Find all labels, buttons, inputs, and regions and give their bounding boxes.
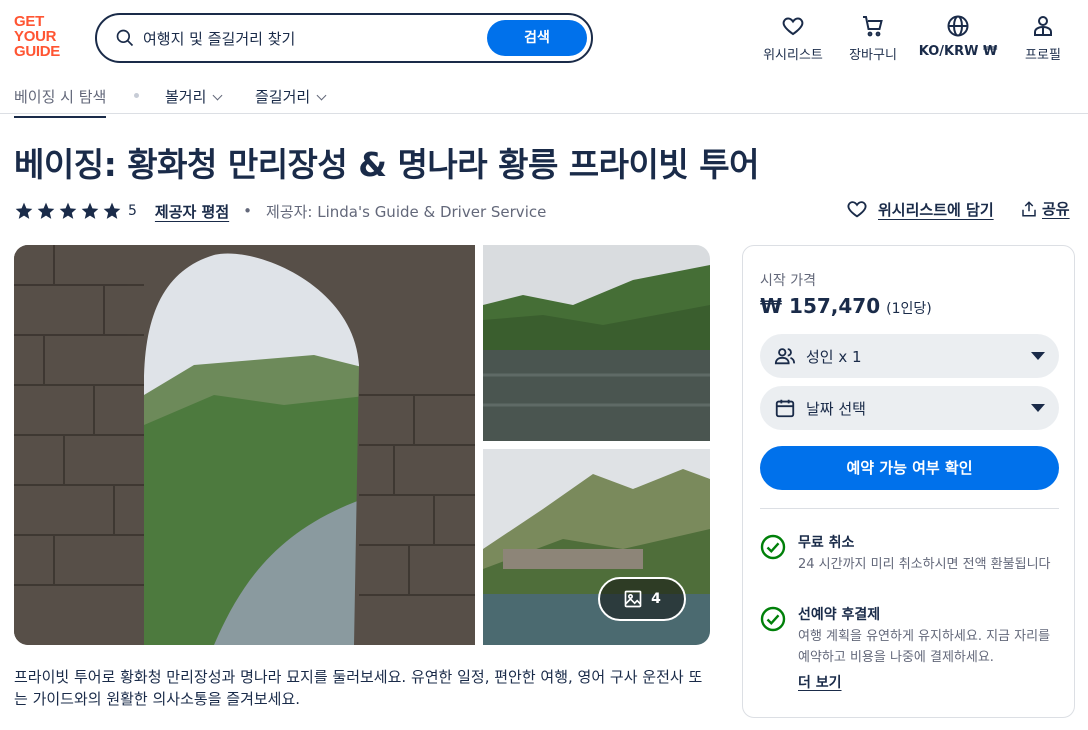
star-icon [15,202,33,219]
globe-icon [947,15,969,37]
subnav-sights-label: 볼거리 [165,88,207,106]
divider [760,508,1059,509]
add-to-wishlist-button[interactable]: 위시리스트에 담기 [846,198,994,220]
star-rating [14,201,122,221]
caret-down-icon [1031,404,1045,412]
star-icon [37,202,55,219]
calendar-icon [775,399,795,418]
date-value: 날짜 선택 [806,399,866,418]
nav-profile[interactable]: 프로필 [993,14,1088,63]
subnav-separator [134,93,139,98]
heart-icon [847,201,867,218]
star-icon [103,202,121,219]
activity-description: 프라이빗 투어로 황화청 만리장성과 명나라 묘지를 둘러보세요. 유연한 일정… [14,668,703,708]
getyourguide-logo[interactable]: GET YOUR GUIDE [14,14,74,59]
booking-card: 시작 가격 ₩ 157,470 (1인당) 성인 x 1 날짜 선택 예약 가능 … [742,245,1075,718]
subnav-activities[interactable]: 즐길거리 [255,86,327,107]
logo-line-1: GET [14,13,44,30]
search-input[interactable]: 여행지 및 즐길거리 찾기 [143,28,295,49]
profile-icon [1034,16,1052,36]
wishlist-label: 위시리스트에 담기 [878,200,994,219]
subnav-sights[interactable]: 볼거리 [165,86,223,107]
search-icon [116,29,134,47]
gallery-main-image[interactable] [14,245,475,645]
great-wall-arch-photo [14,245,475,645]
people-icon [774,348,796,365]
cart-icon [863,16,883,37]
search-button[interactable]: 검색 [487,20,587,56]
heart-icon [782,17,804,36]
caret-down-icon [1031,352,1045,360]
reservoir-photo [483,245,710,441]
participants-select[interactable]: 성인 x 1 [760,334,1059,378]
logo-line-2: YOUR [14,28,57,45]
check-circle-icon [760,606,786,632]
share-label: 공유 [1042,200,1070,218]
price-value: ₩ 157,470 [760,294,881,318]
provider-rating-link[interactable]: 제공자 평점 [155,201,229,222]
subnav-activities-label: 즐길거리 [255,88,311,106]
feature-title: 선예약 후결제 [798,607,881,623]
gallery-count: 4 [651,591,661,607]
image-icon [624,590,642,608]
rating-value: 5 [128,203,137,219]
feature-title: 무료 취소 [798,535,855,551]
share-icon [1022,200,1036,216]
price-per-person: (1인당) [886,301,932,317]
separator-dot: • [243,202,253,220]
search-bar[interactable]: 여행지 및 즐길거리 찾기 검색 [95,13,593,63]
rating-row: 5 제공자 평점 • 제공자: Linda's Guide & Driver S… [14,198,546,224]
check-circle-icon [760,534,786,560]
provider-name[interactable]: 제공자: Linda's Guide & Driver Service [266,201,546,222]
subnav-explore-beijing[interactable]: 베이징 시 탐색 [14,86,107,118]
star-icon [81,202,99,219]
chevron-down-icon [212,90,223,101]
page-title: 베이징: 황화청 만리장성 & 명나라 황릉 프라이빗 투어 [14,145,759,184]
star-icon [59,202,77,219]
logo-line-3: GUIDE [14,43,61,60]
view-gallery-button[interactable]: 4 [598,577,686,621]
feature-description: 24 시간까지 미리 취소하시면 전액 환불됩니다 [798,557,1051,572]
nav-profile-label: 프로필 [1025,48,1061,63]
price: ₩ 157,470 (1인당) [760,294,932,318]
sub-navigation: 베이징 시 탐색 볼거리 즐길거리 [0,78,1088,118]
read-more-link[interactable]: 더 보기 [798,672,842,692]
chevron-down-icon [316,90,327,101]
share-button[interactable]: 공유 [1020,198,1070,219]
participants-value: 성인 x 1 [806,347,862,366]
price-from-label: 시작 가격 [760,273,816,289]
feature-description: 여행 계획을 유연하게 유지하세요. 지금 자리를 예약하고 비용을 나중에 결… [798,629,1051,665]
check-availability-button[interactable]: 예약 가능 여부 확인 [760,446,1059,490]
gallery-image-2[interactable] [483,245,710,441]
date-select[interactable]: 날짜 선택 [760,386,1059,430]
site-header: GET YOUR GUIDE 여행지 및 즐길거리 찾기 검색 위시리스트 장바… [0,0,1088,78]
